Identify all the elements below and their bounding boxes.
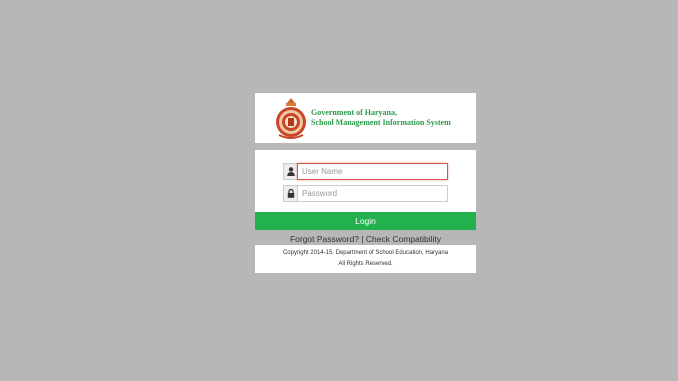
password-row — [283, 185, 448, 202]
password-input[interactable] — [297, 185, 448, 202]
rights-text: All Rights Reserved. — [338, 261, 393, 267]
forgot-password-link[interactable]: Forgot Password? — [290, 234, 359, 244]
link-separator: | — [361, 234, 364, 244]
login-button[interactable]: Login — [255, 212, 476, 230]
user-icon — [283, 163, 297, 180]
header-panel: Government of Haryana, School Management… — [255, 93, 476, 143]
title-line-2: School Management Information System — [311, 118, 451, 127]
username-input[interactable] — [297, 163, 448, 180]
help-links: Forgot Password? | Check Compatibility — [255, 234, 476, 244]
copyright-text: Copyright 2014-15. Department of School … — [282, 250, 449, 256]
footer-panel: Copyright 2014-15. Department of School … — [255, 245, 476, 273]
haryana-emblem-logo — [276, 98, 306, 139]
lock-icon — [283, 185, 297, 202]
organization-title: Government of Haryana, School Management… — [311, 108, 451, 128]
login-form: Login — [255, 150, 476, 230]
title-line-1: Government of Haryana, — [311, 108, 397, 117]
check-compatibility-link[interactable]: Check Compatibility — [366, 234, 441, 244]
username-row — [283, 163, 448, 180]
